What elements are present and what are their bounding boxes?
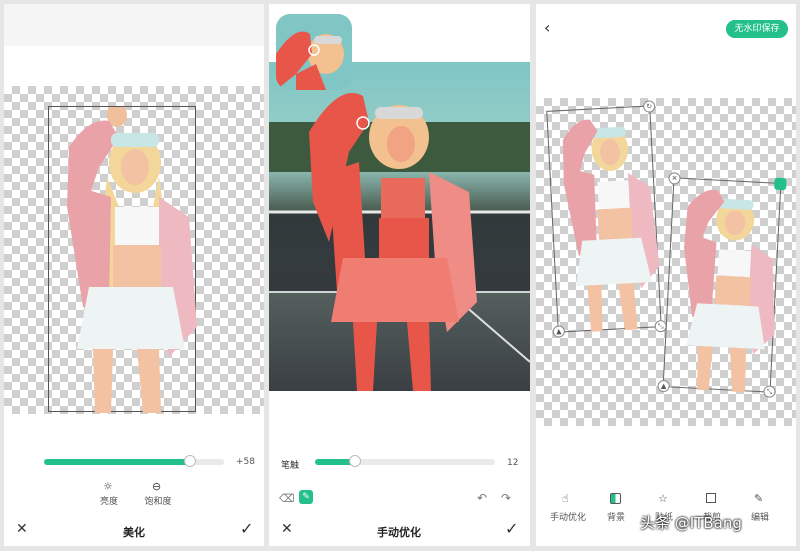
beautify-slider[interactable] bbox=[44, 455, 224, 467]
slider-fill bbox=[44, 459, 190, 465]
tool-brightness[interactable]: ☼ 亮度 bbox=[94, 480, 124, 507]
tool-label: 亮度 bbox=[99, 497, 118, 507]
edit-icon: ✎ bbox=[754, 492, 764, 505]
photo-subject[interactable] bbox=[48, 106, 197, 413]
brush-size-slider[interactable] bbox=[315, 455, 495, 467]
brush-value: 12 bbox=[507, 458, 519, 468]
tool-label: 饱和度 bbox=[144, 497, 172, 507]
close-icon[interactable]: ✕ bbox=[281, 521, 293, 537]
tool-manual-optimize[interactable]: ☝ 手动优化 bbox=[548, 492, 588, 524]
close-icon[interactable]: ✕ bbox=[16, 521, 28, 537]
undo-icon[interactable]: ↶ bbox=[477, 491, 487, 505]
back-icon[interactable]: ‹ bbox=[544, 18, 550, 37]
redo-icon[interactable]: ↷ bbox=[501, 491, 511, 505]
tool-label: 背景 bbox=[606, 513, 625, 523]
edit-panel: ‹ 无水印保存 ↻ ▲ ⤡ ✕ ▲ ⤡ ☝ 手动优化 背景 ☆ 贴纸 裁剪 ✎ … bbox=[536, 4, 796, 546]
sticker-subject-1[interactable]: ↻ ▲ ⤡ bbox=[546, 100, 667, 338]
brush-label: 笔触 bbox=[281, 461, 300, 471]
save-no-watermark-button[interactable]: 无水印保存 bbox=[726, 20, 788, 38]
tool-background[interactable]: 背景 bbox=[600, 492, 632, 524]
copy-handle-icon[interactable] bbox=[774, 177, 787, 191]
magnifier-preview bbox=[276, 14, 352, 90]
page-title: 美化 bbox=[123, 526, 145, 539]
slider-knob[interactable] bbox=[184, 455, 196, 467]
tool-saturation[interactable]: ⊖ 饱和度 bbox=[140, 480, 176, 507]
saturation-icon: ⊖ bbox=[152, 480, 162, 493]
restore-brush-icon[interactable]: ✎ bbox=[299, 490, 313, 504]
crop-icon bbox=[706, 493, 716, 503]
beautify-panel: +58 ☼ 亮度 ⊖ 饱和度 ✕ 美化 ✓ bbox=[4, 4, 264, 546]
sun-icon: ☼ bbox=[103, 480, 113, 493]
sticker-subject-2[interactable]: ✕ ▲ ⤡ bbox=[657, 172, 787, 398]
page-title: 手动优化 bbox=[377, 526, 421, 539]
tennis-court-photo bbox=[269, 92, 530, 391]
check-icon[interactable]: ✓ bbox=[240, 519, 253, 538]
photo-canvas[interactable] bbox=[269, 62, 530, 391]
manual-optimize-panel: 笔触 12 ⌫ ✎ ↶ ↷ ✕ 手动优化 ✓ bbox=[269, 4, 530, 546]
background-icon bbox=[610, 493, 621, 504]
star-icon: ☆ bbox=[658, 492, 668, 505]
tool-label: 手动优化 bbox=[549, 513, 586, 523]
slider-value: +58 bbox=[236, 457, 255, 467]
hand-icon: ☝ bbox=[562, 492, 569, 505]
slider-knob[interactable] bbox=[349, 455, 361, 467]
girl-cutout-image bbox=[684, 189, 775, 393]
check-icon[interactable]: ✓ bbox=[505, 519, 518, 538]
top-bar bbox=[4, 4, 264, 46]
girl-cutout-image bbox=[67, 107, 197, 413]
watermark: 头条 @ITBang bbox=[640, 514, 742, 532]
girl-cutout-image bbox=[562, 119, 660, 332]
eraser-icon[interactable]: ⌫ bbox=[279, 492, 295, 505]
